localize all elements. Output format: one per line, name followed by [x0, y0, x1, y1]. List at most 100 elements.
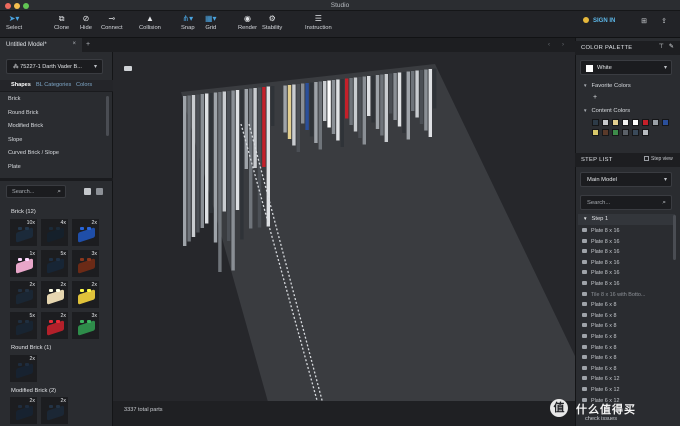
brick-cell[interactable]: 2x: [40, 311, 69, 340]
grid-view-icon[interactable]: [96, 188, 103, 195]
step-part-item[interactable]: Plate 6 x 12: [578, 385, 672, 396]
category-item[interactable]: Brick: [0, 93, 105, 107]
brick-column: [196, 94, 200, 233]
step-model-select[interactable]: Main Model ▾: [580, 172, 672, 187]
chevron-left-icon[interactable]: ‹: [548, 42, 550, 48]
brick-stud: [25, 289, 29, 292]
category-item[interactable]: Modified Brick: [0, 120, 105, 134]
clone-tool-button[interactable]: ⧉ Clone: [54, 14, 69, 31]
color-swatch[interactable]: [602, 119, 609, 126]
brick-cell[interactable]: 2x: [40, 396, 69, 425]
brick-cell[interactable]: 2x: [40, 280, 69, 309]
step-part-item[interactable]: Plate 6 x 8: [578, 364, 672, 375]
chevron-right-icon[interactable]: ›: [562, 42, 564, 48]
step-part-item[interactable]: Plate 8 x 16: [578, 279, 672, 290]
color-swatch[interactable]: [642, 129, 649, 136]
document-tab[interactable]: Untitled Model* ×: [0, 38, 82, 52]
panel-divider[interactable]: [0, 178, 113, 181]
brick-cell[interactable]: 2x: [9, 396, 38, 425]
step-part-item[interactable]: Plate 6 x 8: [578, 353, 672, 364]
add-tab-icon[interactable]: +: [86, 41, 90, 48]
collision-tool-button[interactable]: ▲ Collision: [139, 14, 161, 31]
snap-tool-button[interactable]: ⋔▾ Snap: [181, 14, 195, 31]
render-tool-button[interactable]: ◉ Render: [238, 14, 257, 31]
category-item[interactable]: Plate: [0, 161, 105, 175]
paint-bucket-icon[interactable]: ⊤: [659, 44, 664, 50]
stability-tool-button[interactable]: ⚙ Stability: [262, 14, 282, 31]
color-swatch[interactable]: [652, 119, 659, 126]
step-part-item[interactable]: Plate 6 x 8: [578, 321, 672, 332]
brick-cell[interactable]: 5x: [9, 311, 38, 340]
chevron-down-icon: ▾: [663, 65, 667, 71]
brick-cell[interactable]: 10x: [9, 218, 38, 247]
step-part-item[interactable]: Tile 8 x 16 with Botto...: [578, 290, 672, 301]
brick-cell[interactable]: 2x: [71, 280, 100, 309]
plate-icon: [582, 355, 587, 360]
color-swatch[interactable]: [622, 119, 629, 126]
brick-cell[interactable]: 3x: [71, 249, 100, 278]
category-item[interactable]: Round Brick: [0, 107, 105, 121]
step-part-item[interactable]: Plate 8 x 16: [578, 268, 672, 279]
brick-cell[interactable]: 2x: [71, 218, 100, 247]
color-swatch[interactable]: [612, 129, 619, 136]
add-favorite-button[interactable]: +: [593, 94, 597, 101]
brick-column: [305, 83, 309, 130]
plate-icon: [582, 281, 587, 285]
brick-stud: [87, 227, 91, 230]
step-part-item[interactable]: Plate 6 x 8: [578, 332, 672, 343]
content-colors-header[interactable]: ▼ Content Colors: [583, 108, 630, 114]
step-part-item[interactable]: Plate 6 x 8: [578, 343, 672, 354]
color-swatch[interactable]: [662, 119, 669, 126]
brick-cell[interactable]: 4x: [40, 218, 69, 247]
tab-bl-categories[interactable]: BL Categories: [36, 82, 71, 88]
instruction-tool-button[interactable]: ☰ Instruction: [305, 14, 332, 31]
category-item[interactable]: Curved Brick / Slope: [0, 147, 105, 161]
step-part-item[interactable]: Plate 8 x 16: [578, 258, 672, 269]
step-part-item[interactable]: Plate 6 x 8: [578, 300, 672, 311]
tab-shapes[interactable]: Shapes: [11, 82, 31, 88]
step-part-item[interactable]: Plate 6 x 12: [578, 374, 672, 385]
color-swatch[interactable]: [592, 129, 599, 136]
step-view-checkbox[interactable]: Step view: [644, 156, 673, 162]
favorite-colors-header[interactable]: ▼ Favorite Colors: [583, 83, 631, 89]
select-tool-button[interactable]: ➤▾ Select: [6, 14, 22, 31]
model-select[interactable]: ⁂ 75227-1 Darth Vader B... ▾: [6, 59, 103, 74]
brick-cell[interactable]: 1x: [9, 249, 38, 278]
category-scrollbar[interactable]: [106, 96, 109, 136]
bricks-view-icon[interactable]: [84, 188, 91, 195]
step-list-scrollbar[interactable]: [673, 215, 676, 260]
brick-cell[interactable]: 3x: [71, 311, 100, 340]
3d-viewport[interactable]: [113, 52, 575, 414]
eyedropper-icon[interactable]: ✎: [669, 44, 674, 50]
sign-in-button[interactable]: SIGN IN: [583, 17, 615, 24]
color-swatch[interactable]: [612, 119, 619, 126]
color-swatch[interactable]: [602, 129, 609, 136]
model-scene[interactable]: [113, 52, 575, 414]
brick-cell[interactable]: 5x: [40, 249, 69, 278]
close-tab-icon[interactable]: ×: [72, 41, 76, 47]
color-swatch[interactable]: [632, 119, 639, 126]
brick-cell[interactable]: 2x: [9, 354, 38, 383]
step-search-input[interactable]: Search... ⌕: [580, 195, 672, 210]
step-header[interactable]: ▼ Step 1: [578, 214, 675, 225]
color-swatch[interactable]: [622, 129, 629, 136]
color-swatch[interactable]: [632, 129, 639, 136]
upload-icon[interactable]: ⇪: [659, 17, 669, 27]
hide-tool-button[interactable]: ⊘ Hide: [80, 14, 92, 31]
brick-cell[interactable]: 2x: [9, 280, 38, 309]
connect-tool-button[interactable]: ⊸ Connect: [101, 14, 123, 31]
step-part-item[interactable]: Plate 8 x 16: [578, 237, 672, 248]
step-part-item[interactable]: Plate 8 x 16: [578, 247, 672, 258]
parts-search-input[interactable]: Search... ⌕: [6, 185, 66, 198]
grid-tool-button[interactable]: ▦▾ Grid: [205, 14, 217, 31]
color-swatch[interactable]: [642, 119, 649, 126]
color-select[interactable]: White ▾: [580, 60, 672, 75]
step-part-item[interactable]: Plate 8 x 16: [578, 226, 672, 237]
tab-colors[interactable]: Colors: [76, 82, 92, 88]
brick-count: 2x: [91, 282, 97, 288]
color-swatch[interactable]: [592, 119, 599, 126]
cart-icon[interactable]: ⊞: [639, 17, 649, 27]
step-part-item[interactable]: Plate 6 x 8: [578, 311, 672, 322]
camera-view-icon[interactable]: [124, 66, 132, 71]
category-item[interactable]: Slope: [0, 134, 105, 148]
